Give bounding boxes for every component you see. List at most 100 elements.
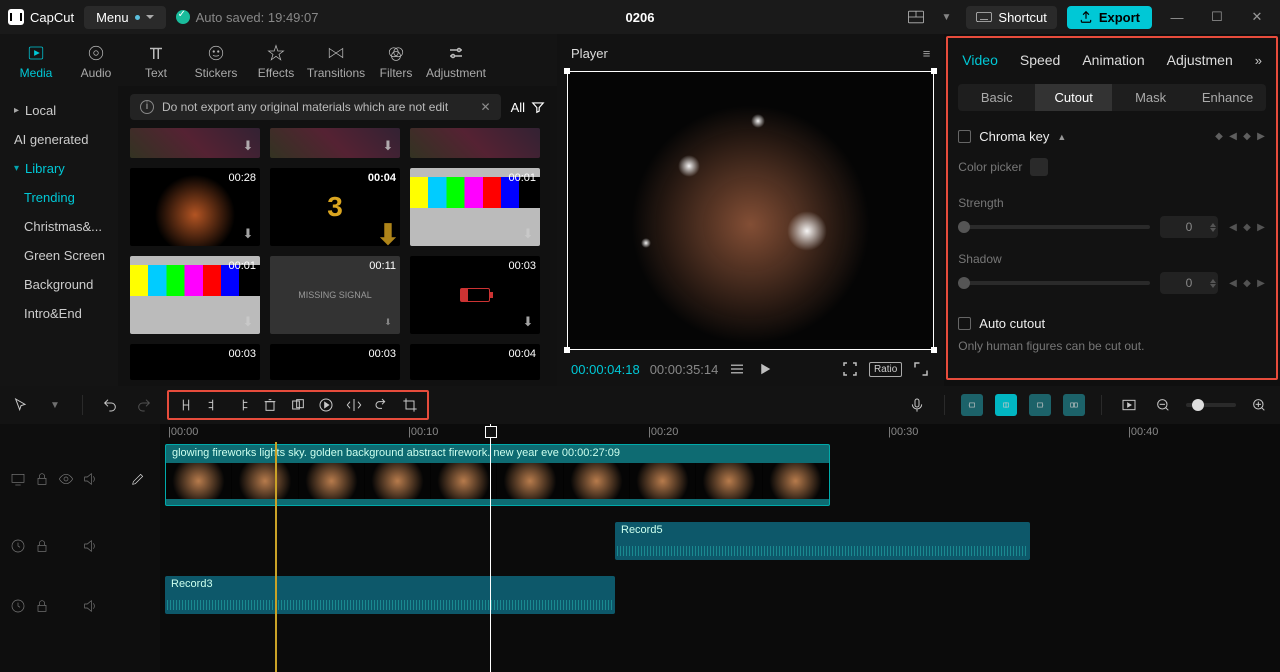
resize-handle[interactable]: [931, 347, 937, 353]
menu-button[interactable]: Menu: [84, 6, 166, 29]
library-thumb[interactable]: ⬇: [270, 128, 400, 158]
zoom-in-button[interactable]: [1248, 394, 1270, 416]
trim-right-tool[interactable]: [231, 394, 253, 416]
download-icon[interactable]: ⬇: [380, 226, 396, 242]
library-thumb[interactable]: 00:04: [410, 344, 540, 380]
sidenav-ai[interactable]: AI generated: [0, 125, 118, 154]
lock-icon[interactable]: [34, 538, 50, 554]
zoom-out-button[interactable]: [1152, 394, 1174, 416]
library-thumb[interactable]: 00:01⬇: [410, 168, 540, 246]
library-thumb[interactable]: MISSING SIGNAL00:11⬇: [270, 256, 400, 334]
clock-icon[interactable]: [10, 598, 26, 614]
close-button[interactable]: ✕: [1250, 10, 1264, 24]
tab-media[interactable]: Media: [6, 38, 66, 86]
trim-left-tool[interactable]: [203, 394, 225, 416]
library-thumb[interactable]: 00:03: [130, 344, 260, 380]
speaker-icon[interactable]: [82, 538, 98, 554]
subtab-basic[interactable]: Basic: [958, 84, 1035, 111]
download-icon[interactable]: ⬇: [520, 226, 536, 242]
crop-tool[interactable]: [399, 394, 421, 416]
speaker-icon[interactable]: [82, 598, 98, 614]
preview-mode-icon[interactable]: [1118, 394, 1140, 416]
tab-audio[interactable]: Audio: [66, 38, 126, 86]
library-thumb[interactable]: 00:03: [270, 344, 400, 380]
tab-adjustment[interactable]: Adjustmen: [1167, 52, 1233, 68]
subtab-enhance[interactable]: Enhance: [1189, 84, 1266, 111]
list-icon[interactable]: [728, 360, 746, 378]
rotate-tool[interactable]: [371, 394, 393, 416]
tab-animation[interactable]: Animation: [1082, 52, 1144, 68]
lock-icon[interactable]: [34, 471, 50, 487]
auto-cutout-checkbox[interactable]: [958, 317, 971, 330]
download-icon[interactable]: ⬇: [240, 226, 256, 242]
zoom-slider[interactable]: [1186, 403, 1236, 407]
chevron-down-icon[interactable]: ▼: [936, 7, 956, 27]
sidenav-local[interactable]: ▸Local: [0, 96, 118, 125]
tab-stickers[interactable]: Stickers: [186, 38, 246, 86]
download-icon[interactable]: ⬇: [240, 138, 256, 154]
download-icon[interactable]: ⬇: [380, 314, 396, 330]
clock-icon[interactable]: [10, 538, 26, 554]
download-icon[interactable]: ⬇: [240, 314, 256, 330]
undo-button[interactable]: [99, 394, 121, 416]
timeline-marker[interactable]: [275, 442, 277, 672]
snap-toggle-split[interactable]: [1063, 394, 1085, 416]
reverse-tool[interactable]: [315, 394, 337, 416]
tab-adjustment[interactable]: Adjustment: [426, 38, 486, 86]
sidenav-library[interactable]: ▾Library: [0, 154, 118, 183]
tabs-more-icon[interactable]: »: [1255, 53, 1262, 68]
snap-toggle-left[interactable]: [961, 394, 983, 416]
sidenav-greenscreen[interactable]: Green Screen: [0, 241, 118, 270]
fullscreen-icon[interactable]: [912, 360, 930, 378]
library-thumb[interactable]: 00:28⬇: [130, 168, 260, 246]
audio-clip-record3[interactable]: Record3: [165, 576, 615, 614]
shadow-slider[interactable]: [958, 281, 1150, 285]
download-icon[interactable]: ⬇: [380, 138, 396, 154]
split-tool[interactable]: [175, 394, 197, 416]
warning-close-button[interactable]: ✕: [481, 100, 491, 114]
tab-speed[interactable]: Speed: [1020, 52, 1060, 68]
strength-value[interactable]: 0: [1160, 216, 1218, 238]
pointer-tool[interactable]: [10, 394, 32, 416]
library-thumb[interactable]: 300:04⬇: [270, 168, 400, 246]
sidenav-background[interactable]: Background: [0, 270, 118, 299]
duplicate-tool[interactable]: [287, 394, 309, 416]
chevron-up-icon[interactable]: ▲: [1057, 132, 1066, 142]
snap-toggle-center[interactable]: [995, 394, 1017, 416]
audio-clip-record5[interactable]: Record5: [615, 522, 1030, 560]
tab-text[interactable]: Text: [126, 38, 186, 86]
resize-handle[interactable]: [564, 347, 570, 353]
shortcut-button[interactable]: Shortcut: [966, 6, 1056, 29]
maximize-button[interactable]: ☐: [1210, 10, 1224, 24]
shadow-value[interactable]: 0: [1160, 272, 1218, 294]
play-button[interactable]: [756, 360, 774, 378]
sidenav-introend[interactable]: Intro&End: [0, 299, 118, 328]
delete-tool[interactable]: [259, 394, 281, 416]
chroma-key-checkbox[interactable]: [958, 130, 971, 143]
color-picker-swatch[interactable]: [1030, 158, 1048, 176]
eye-icon[interactable]: [58, 471, 74, 487]
library-thumb[interactable]: 00:03⬇: [410, 256, 540, 334]
timeline-ruler[interactable]: |00:00 |00:10 |00:20 |00:30 |00:40: [160, 424, 1280, 442]
strength-slider[interactable]: [958, 225, 1150, 229]
tab-filters[interactable]: Filters: [366, 38, 426, 86]
tab-effects[interactable]: Effects: [246, 38, 306, 86]
sidenav-trending[interactable]: Trending: [0, 183, 118, 212]
player-menu-icon[interactable]: ≡: [923, 46, 931, 61]
screen-icon[interactable]: [10, 471, 26, 487]
pointer-options-icon[interactable]: ▼: [44, 394, 66, 416]
mirror-tool[interactable]: [343, 394, 365, 416]
tab-video[interactable]: Video: [962, 52, 998, 68]
focus-icon[interactable]: [841, 360, 859, 378]
resize-handle[interactable]: [564, 68, 570, 74]
tab-transitions[interactable]: Transitions: [306, 38, 366, 86]
playhead[interactable]: [490, 424, 491, 672]
filter-all-button[interactable]: All: [511, 100, 545, 115]
minimize-button[interactable]: —: [1170, 10, 1184, 24]
lock-icon[interactable]: [34, 598, 50, 614]
redo-button[interactable]: [133, 394, 155, 416]
library-thumb[interactable]: 00:01⬇: [130, 256, 260, 334]
export-button[interactable]: Export: [1067, 6, 1152, 29]
video-clip[interactable]: glowing fireworks lights sky. golden bac…: [165, 444, 830, 506]
keyframe-nav[interactable]: ◆◀◆▶: [1214, 132, 1266, 142]
